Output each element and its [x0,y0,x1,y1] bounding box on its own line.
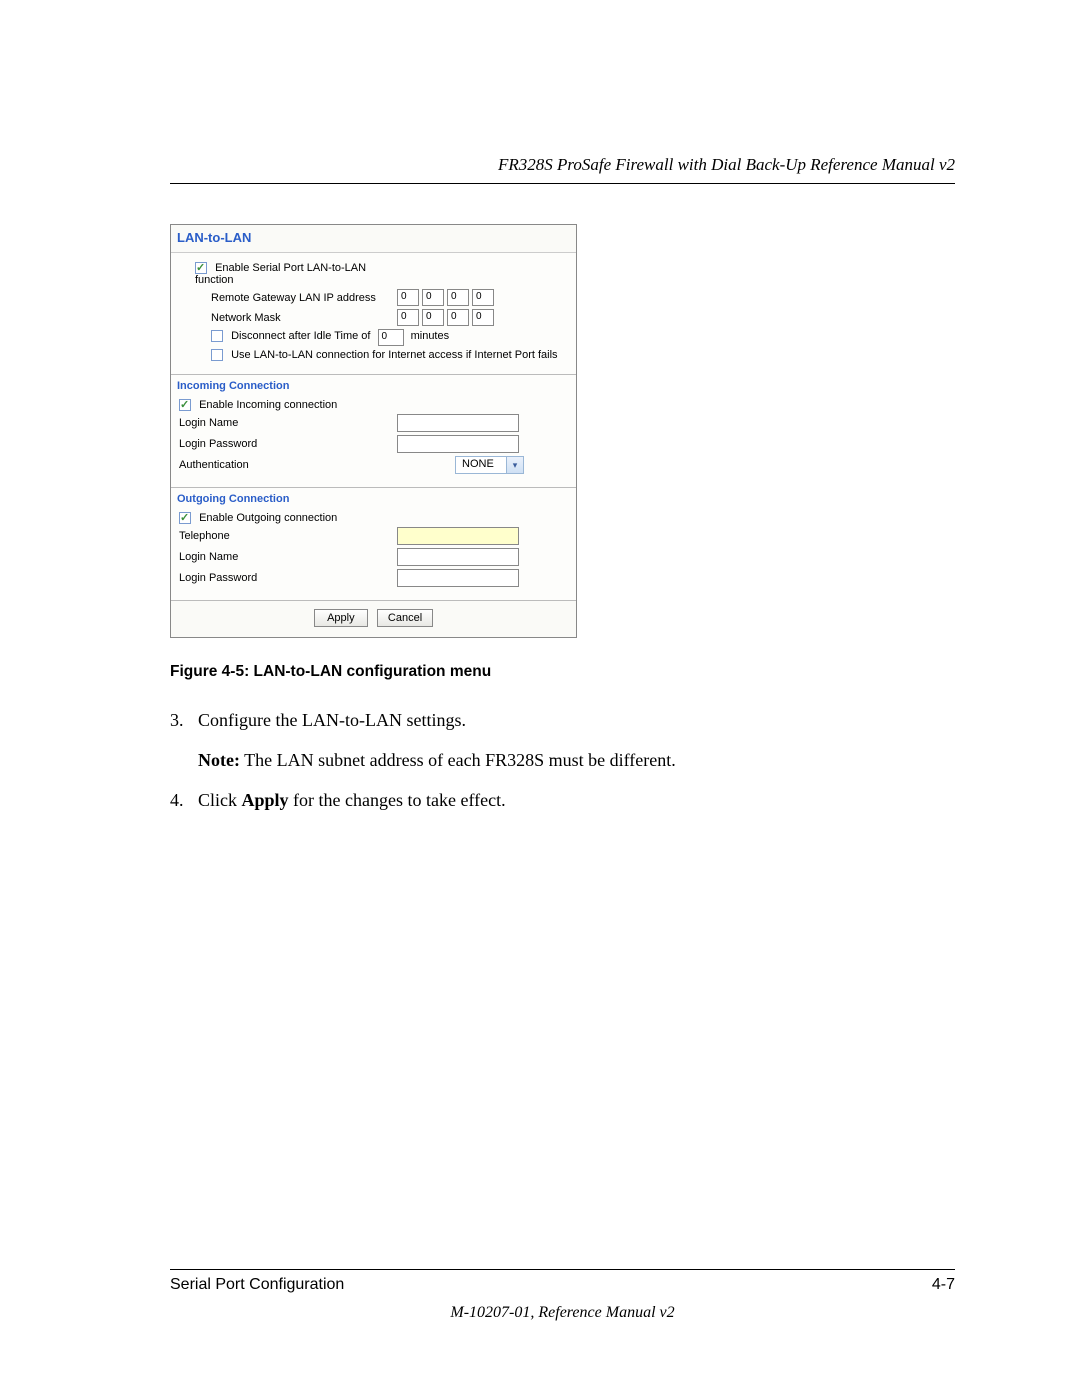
remote-ip-octet-2[interactable]: 0 [422,289,444,306]
enable-serial-row: Enable Serial Port LAN-to-LAN function [179,262,397,286]
in-login-name-input[interactable] [397,414,519,432]
netmask-octet-4[interactable]: 0 [472,309,494,326]
step-4-text: Click Apply for the changes to take effe… [198,787,955,815]
note-text: The LAN subnet address of each FR328S mu… [240,750,676,770]
cancel-button[interactable]: Cancel [377,609,433,627]
note-line: Note: The LAN subnet address of each FR3… [170,747,955,775]
config-panel: LAN-to-LAN Enable Serial Port LAN-to-LAN… [170,224,577,638]
disconnect-label-pre: Disconnect after Idle Time of [231,330,370,342]
remote-ip-octet-4[interactable]: 0 [472,289,494,306]
panel-title: LAN-to-LAN [171,225,576,253]
step-4-bold: Apply [242,790,289,810]
enable-outgoing-row: Enable Outgoing connection [179,512,337,524]
in-login-password-label: Login Password [179,438,397,450]
enable-incoming-checkbox[interactable] [179,399,191,411]
netmask-octet-3[interactable]: 0 [447,309,469,326]
in-login-name-label: Login Name [179,417,397,429]
fallback-label: Use LAN-to-LAN connection for Internet a… [231,349,557,361]
fallback-checkbox[interactable] [211,349,223,361]
in-login-password-input[interactable] [397,435,519,453]
idle-time-input[interactable]: 0 [378,329,404,346]
footer-left: Serial Port Configuration [170,1276,344,1294]
enable-incoming-row: Enable Incoming connection [179,399,337,411]
disconnect-label-post: minutes [411,330,450,342]
netmask-octet-1[interactable]: 0 [397,309,419,326]
remote-gateway-label: Remote Gateway LAN IP address [179,292,397,304]
step-3-text: Configure the LAN-to-LAN settings. [198,707,955,735]
enable-serial-checkbox[interactable] [195,262,207,274]
enable-outgoing-label: Enable Outgoing connection [199,512,337,524]
button-row: Apply Cancel [171,601,576,637]
enable-incoming-label: Enable Incoming connection [199,399,337,411]
telephone-label: Telephone [179,530,397,542]
auth-select[interactable]: NONE ▾ [455,456,524,474]
remote-ip-octet-3[interactable]: 0 [447,289,469,306]
auth-select-value: NONE [456,457,506,473]
step-4-pre: Click [198,790,242,810]
chevron-down-icon: ▾ [506,457,523,473]
step-3-number: 3. [170,707,198,735]
out-login-password-label: Login Password [179,572,397,584]
enable-serial-label: Enable Serial Port LAN-to-LAN function [195,262,366,286]
apply-button[interactable]: Apply [314,609,368,627]
auth-label: Authentication [179,459,397,471]
out-login-name-label: Login Name [179,551,397,563]
incoming-header: Incoming Connection [171,375,576,396]
telephone-input[interactable] [397,527,519,545]
figure-caption: Figure 4-5: LAN-to-LAN configuration men… [170,663,955,681]
step-4-post: for the changes to take effect. [289,790,506,810]
out-login-password-input[interactable] [397,569,519,587]
footer-right: 4-7 [932,1276,955,1294]
disconnect-row: Disconnect after Idle Time of 0 minutes [179,329,449,346]
note-label: Note: [198,750,240,770]
netmask-label: Network Mask [179,312,397,324]
footer-sub: M-10207-01, Reference Manual v2 [170,1304,955,1322]
page-header: FR328S ProSafe Firewall with Dial Back-U… [170,155,955,184]
fallback-row: Use LAN-to-LAN connection for Internet a… [179,349,558,361]
out-login-name-input[interactable] [397,548,519,566]
outgoing-header: Outgoing Connection [171,488,576,509]
disconnect-checkbox[interactable] [211,330,223,342]
step-4-number: 4. [170,787,198,815]
netmask-octet-2[interactable]: 0 [422,309,444,326]
remote-ip-octet-1[interactable]: 0 [397,289,419,306]
enable-outgoing-checkbox[interactable] [179,512,191,524]
